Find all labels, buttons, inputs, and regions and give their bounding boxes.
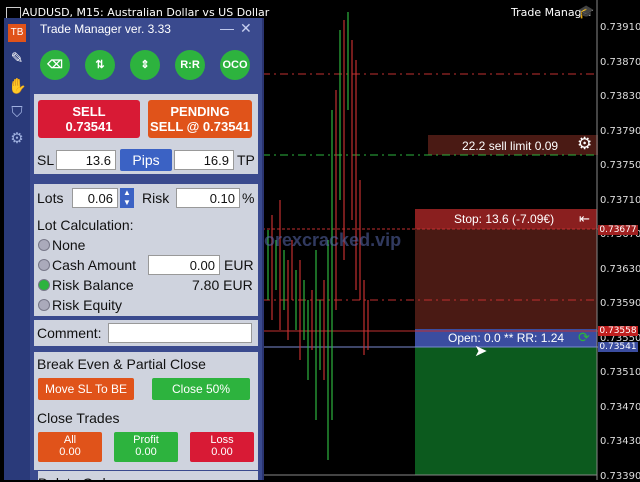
price-axis-label: 0.73710 [600,194,640,206]
percent-label: % [242,190,255,206]
pin-icon[interactable]: ⇤ [579,211,590,227]
move-sl-to-be-button[interactable]: Move SL To BE [38,378,134,400]
sl-label: SL [37,152,55,168]
price-axis-label: 0.73590 [600,298,640,309]
graduation-cap-icon: 🎓 [578,4,595,19]
order-section: SELL 0.73541 PENDING SELL @ 0.73541 SL 1… [34,94,258,174]
price-axis-label: 0.73630 [600,263,640,275]
stop-price-tag: 0.73677 [598,225,638,235]
price-axis-label: 0.73750 [600,160,640,171]
sell-label: SELL [72,104,106,119]
risk-balance-label: Risk Balance [52,277,134,293]
tp-input[interactable]: 16.9 [174,150,234,170]
risk-balance-value: 7.80 EUR [192,277,253,293]
pending-price: SELL @ 0.73541 [150,119,250,134]
price-axis-label: 0.73790 [600,125,640,137]
close-profit-button[interactable]: Profit 0.00 [114,432,178,462]
close-loss-label: Loss [210,434,234,446]
close-all-value: 0.00 [59,446,81,458]
align-button[interactable]: ⇕ [130,50,160,80]
comment-label: Comment: [37,325,102,341]
open-label[interactable]: Open: 0.0 ** RR: 1.24 [448,331,564,345]
refresh-icon[interactable]: ⟳ [578,329,590,346]
cash-amount-radio[interactable] [38,259,50,271]
pips-button[interactable]: Pips [120,149,172,171]
lots-label: Lots [37,190,64,206]
lot-section: Lots 0.06 ▲ ▼ Risk 0.10 % Lot Calculation… [34,184,258,316]
risk-equity-label: Risk Equity [52,297,123,313]
left-sidebar: TB ✎ ✋ ⛉ ⚙ [4,18,30,480]
sell-limit-label[interactable]: 22.2 sell limit 0.09 [462,139,558,153]
lots-input[interactable]: 0.06 [72,188,118,208]
edit-icon[interactable]: ✎ [8,50,26,68]
price-axis-label: 0.73510 [600,367,640,378]
cash-amount-input[interactable]: 0.00 [148,255,220,275]
panel-title: Trade Manager ver. 3.33 [40,22,171,36]
hand-icon[interactable]: ✋ [8,78,27,96]
close-loss-value: 0.00 [211,446,233,458]
close-loss-button[interactable]: Loss 0.00 [190,432,254,462]
break-even-section: Break Even & Partial Close Move SL To BE… [34,352,258,404]
price-axis-label: 0.73870 [600,56,640,68]
delete-orders-label: Delete Orders [38,471,258,480]
cash-amount-label: Cash Amount [52,257,137,273]
rr-button[interactable]: R:R [175,50,205,80]
gear-icon[interactable]: ⚙ [8,130,26,148]
take-profit-zone [415,347,597,475]
comment-input[interactable] [108,323,252,343]
watermark: forexcracked.vip [258,230,402,250]
trade-manager-panel: Trade Manager ver. 3.33 — ✕ ⌫ ⇅ ⇕ R:R OC… [30,18,264,480]
risk-balance-radio[interactable] [38,279,50,291]
close-profit-label: Profit [133,434,159,446]
risk-equity-radio[interactable] [38,299,50,311]
mouse-cursor-icon: ➤ [474,343,488,360]
close-profit-value: 0.00 [135,446,157,458]
oco-button[interactable]: OCO [220,50,250,80]
minimize-icon[interactable]: — [220,20,234,36]
none-radio[interactable] [38,239,50,251]
sell-button[interactable]: SELL 0.73541 [38,100,140,138]
reverse-button[interactable]: ⇅ [85,50,115,80]
close-all-button[interactable]: All 0.00 [38,432,102,462]
close-trades-section: Close Trades All 0.00 Profit 0.00 Loss 0… [34,404,258,470]
pending-button[interactable]: PENDING SELL @ 0.73541 [148,100,252,138]
stop-label[interactable]: Stop: 13.6 (-7.09€) [454,212,554,226]
risk-input[interactable]: 0.10 [176,188,240,208]
lots-stepper[interactable]: ▲ ▼ [120,188,134,208]
price-axis-label: 0.73830 [600,91,640,102]
bid-price-tag: 0.73558 [598,326,638,336]
comment-section: Comment: [34,320,258,346]
sell-price: 0.73541 [65,119,113,134]
settings-gear-icon[interactable]: ⚙ [577,134,592,154]
price-axis-label: 0.73470 [600,401,640,413]
pending-label: PENDING [170,104,230,119]
close-icon[interactable]: ✕ [240,20,252,37]
break-even-label: Break Even & Partial Close [37,356,206,372]
price-axis-label: 0.73430 [600,436,640,447]
tp-label: TP [237,152,255,168]
lot-calculation-label: Lot Calculation: [37,217,134,233]
sl-input[interactable]: 13.6 [56,150,116,170]
open-price-tag: 0.73541 [598,342,638,352]
price-axis-label: 0.73910 [600,22,640,33]
shield-icon[interactable]: ⛉ [8,104,26,122]
close-50-button[interactable]: Close 50% [152,378,250,400]
cash-unit: EUR [224,257,254,273]
app-logo-icon: TB [8,24,26,42]
close-all-label: All [63,434,77,446]
eraser-button[interactable]: ⌫ [40,50,70,80]
close-trades-label: Close Trades [37,410,120,426]
risk-label: Risk [142,190,170,206]
none-label: None [52,237,86,253]
